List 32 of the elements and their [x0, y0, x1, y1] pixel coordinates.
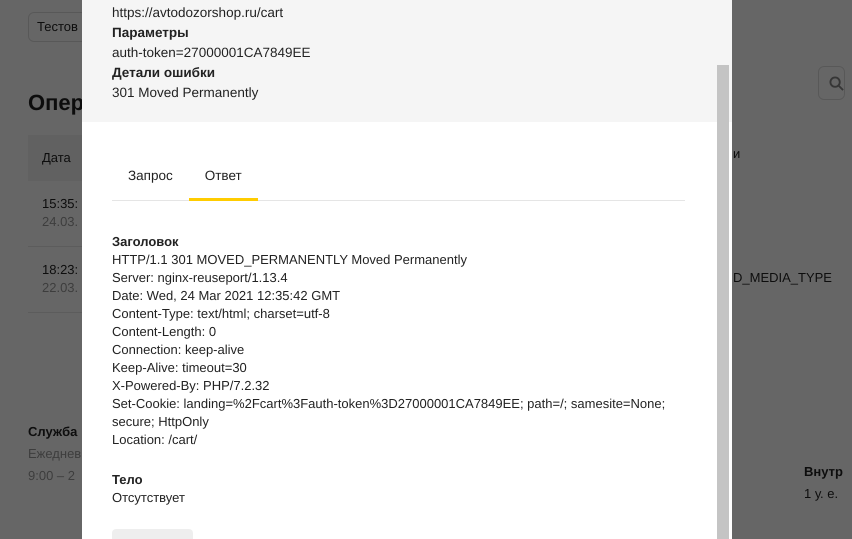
section-value: 301 Moved Permanently: [112, 84, 260, 102]
tab[interactable]: Запрос: [112, 160, 189, 202]
header-line: Date: Wed, 24 Mar 2021 12:35:42 GMT: [112, 287, 342, 306]
header-line: Keep-Alive: timeout=30: [112, 359, 248, 378]
header-line: Location: /cart/: [112, 431, 198, 450]
footer-title: Служба: [28, 422, 78, 441]
search-field[interactable]: [818, 66, 845, 100]
table-cell-text: D_MEDIA_TYPE: [732, 268, 832, 287]
table-header-cell-text: и: [732, 145, 740, 163]
page-heading: Опер: [28, 88, 84, 117]
header-line: Content-Type: text/html; charset=utf-8: [112, 305, 331, 324]
search-icon: [829, 76, 844, 90]
footer-title: Внутр: [804, 463, 843, 481]
table-header-cell-text: Дата: [42, 148, 71, 167]
section-title: Заголовок: [112, 233, 180, 252]
header-line: HTTP/1.1 301 MOVED_PERMANENTLY Moved Permanently: [112, 251, 468, 270]
scrollbar-thumb[interactable]: [717, 65, 729, 539]
footer-text: 1 у. е.: [804, 485, 838, 503]
header-line: X-Powered-By: PHP/7.2.32: [112, 377, 271, 396]
tab[interactable]: Ответ: [188, 160, 258, 202]
header-line: Connection: keep-alive: [112, 341, 246, 360]
section-title: Тело: [112, 471, 144, 490]
section-value: auth-token=27000001CA7849EE: [112, 44, 312, 62]
section-title: Параметры: [112, 24, 190, 42]
header-line: Set-Cookie: landing=%2Fcart%3Fauth-token%3D27000001CA7849EE; path=/; samesite=None; secure; HttpOnly: [112, 395, 666, 432]
request-url: https://avtodozorshop.ru/cart: [112, 4, 284, 22]
table-cell: 15:35:: [42, 194, 78, 212]
section-title: Детали ошибки: [112, 64, 216, 82]
body-value: Отсутствует: [112, 489, 186, 508]
table-cell: 18:23:: [42, 260, 78, 278]
header-line: Server: nginx-reuseport/1.13.4: [112, 269, 289, 288]
header-line: Content-Length: 0: [112, 323, 218, 342]
